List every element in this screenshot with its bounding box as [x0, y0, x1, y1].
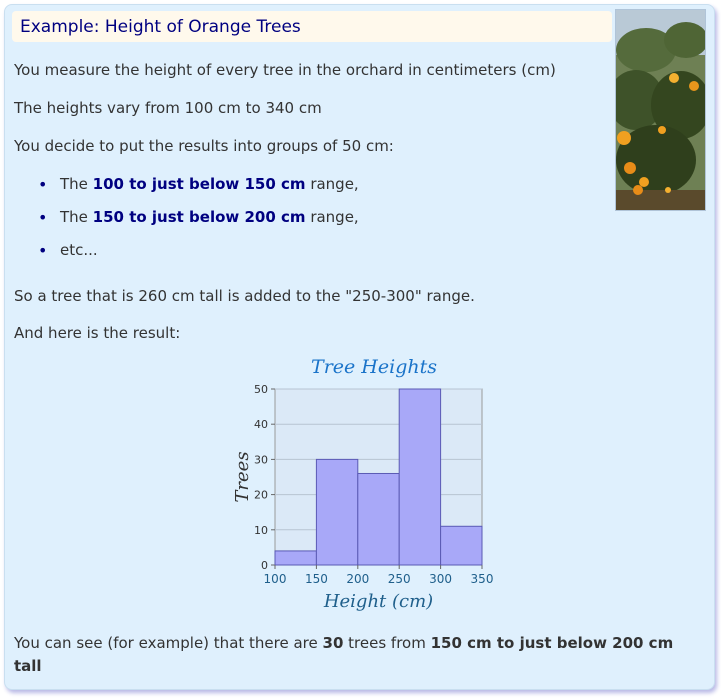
histogram-bar — [274, 550, 317, 566]
y-tick-label: 40 — [254, 418, 268, 431]
x-tick-label: 150 — [305, 572, 328, 586]
x-tick-label: 350 — [471, 572, 494, 586]
y-tick-label: 20 — [254, 489, 268, 502]
histogram-bar — [315, 458, 359, 566]
orange-tree-photo — [615, 9, 706, 211]
conclusion-paragraph: You can see (for example) that there are… — [14, 634, 674, 675]
y-axis-label: Trees — [232, 451, 253, 502]
x-tick-label: 300 — [429, 572, 452, 586]
x-tick-label: 250 — [388, 572, 411, 586]
histogram-bar — [357, 472, 400, 566]
x-tick-label: 200 — [346, 572, 369, 586]
paragraph-groups: You decide to put the results into group… — [14, 137, 394, 155]
chart-title: Tree Heights — [311, 356, 437, 378]
y-tick-label: 50 — [254, 385, 268, 396]
paragraph-result: And here is the result: — [14, 324, 181, 342]
example-title-bar: Example: Height of Orange Trees — [12, 11, 612, 42]
example-title: Example: Height of Orange Trees — [20, 17, 301, 37]
histogram-bar — [440, 525, 483, 566]
paragraph-example-tree: So a tree that is 260 cm tall is added t… — [14, 287, 475, 305]
y-tick-label: 10 — [254, 524, 268, 537]
x-axis-label: Height (cm) — [323, 591, 433, 612]
paragraph-measure: You measure the height of every tree in … — [14, 61, 556, 79]
x-tick-label: 100 — [264, 572, 287, 586]
orange-tree-image — [616, 10, 705, 210]
paragraph-range: The heights vary from 100 cm to 340 cm — [14, 99, 322, 117]
histogram-bar — [398, 388, 442, 566]
y-tick-label: 30 — [254, 453, 268, 466]
y-tick-label: 0 — [261, 559, 268, 572]
histogram-chart: 0 10 20 30 40 50 100 150 200 250 300 350 Height (cm)… — [232, 385, 494, 612]
